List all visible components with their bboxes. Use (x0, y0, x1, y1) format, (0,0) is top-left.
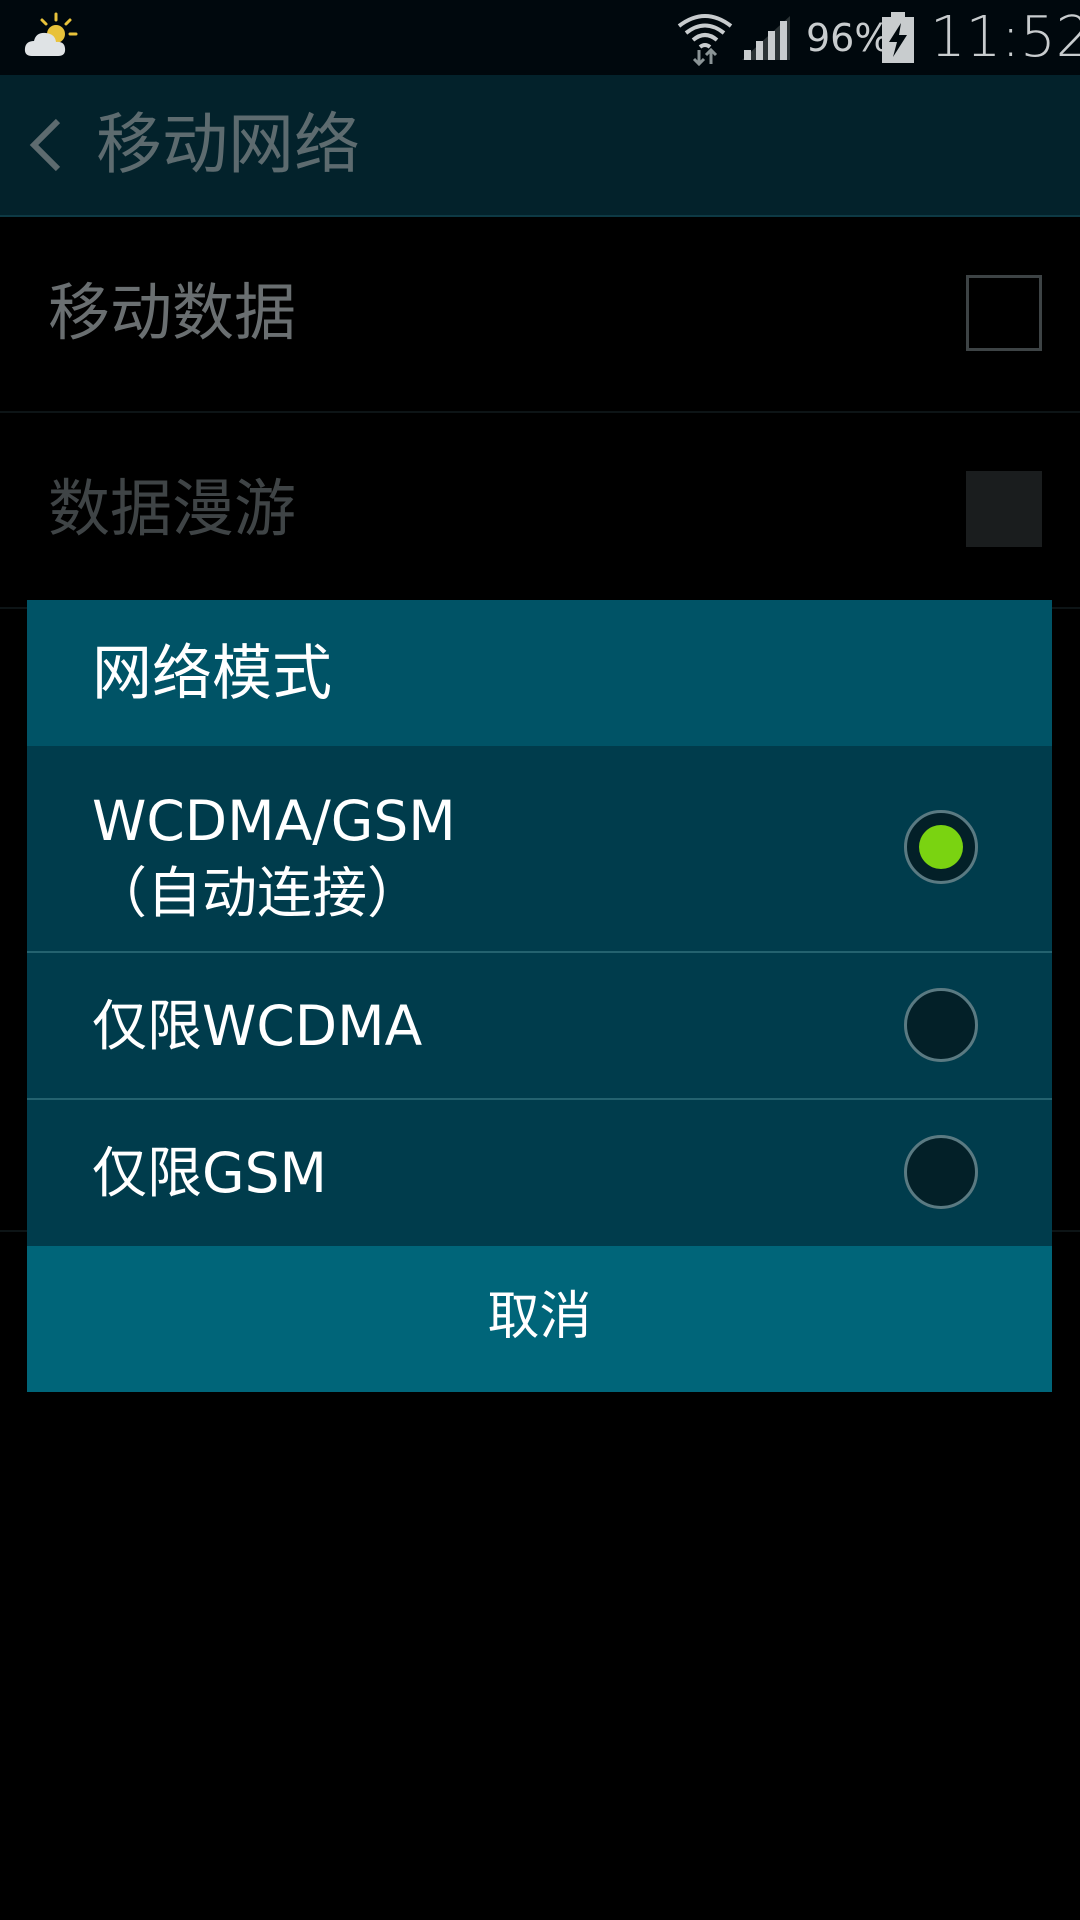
option-wcdma-gsm[interactable]: WCDMA/GSM （自动连接） (27, 746, 1052, 953)
radio-button-selected[interactable] (904, 810, 978, 884)
status-bar: 96% 11:52 (0, 0, 1080, 75)
option-label: 仅限GSM (92, 1141, 327, 1205)
partly-cloudy-icon (24, 12, 78, 56)
option-wcdma-only[interactable]: 仅限WCDMA (27, 953, 1052, 1100)
clock: 11:52 (930, 5, 1080, 70)
battery-percent: 96% (806, 16, 891, 60)
radio-selected-dot (919, 825, 963, 869)
setting-label: 数据漫游 (48, 472, 297, 545)
settings-list: 移动数据 数据漫游 (0, 217, 1080, 609)
page-title: 移动网络 (96, 106, 360, 183)
radio-button[interactable] (904, 1135, 978, 1209)
option-gsm-only[interactable]: 仅限GSM (27, 1100, 1052, 1246)
chevron-left-icon[interactable] (26, 115, 66, 175)
dialog-title: 网络模式 (92, 639, 332, 709)
setting-data-roaming: 数据漫游 (0, 413, 1080, 609)
cancel-button[interactable]: 取消 (27, 1246, 1052, 1392)
setting-label: 移动数据 (48, 276, 297, 349)
setting-mobile-data[interactable]: 移动数据 (0, 217, 1080, 413)
option-label: 仅限WCDMA (92, 994, 423, 1058)
radio-button[interactable] (904, 988, 978, 1062)
cell-signal-icon (742, 16, 790, 60)
option-label: WCDMA/GSM (92, 789, 456, 853)
data-roaming-checkbox (966, 471, 1042, 547)
network-mode-dialog: 网络模式 WCDMA/GSM （自动连接） 仅限WCDMA 仅限GSM 取消 (27, 600, 1052, 1392)
option-sublabel: （自动连接） (92, 861, 423, 925)
cancel-label: 取消 (487, 1287, 592, 1347)
mobile-data-checkbox[interactable] (966, 275, 1042, 351)
dialog-header: 网络模式 (27, 600, 1052, 746)
dialog-options: WCDMA/GSM （自动连接） 仅限WCDMA 仅限GSM (27, 746, 1052, 1246)
battery-charging-icon (882, 12, 914, 63)
wifi-data-icon (677, 14, 733, 66)
action-bar: 移动网络 (0, 75, 1080, 217)
